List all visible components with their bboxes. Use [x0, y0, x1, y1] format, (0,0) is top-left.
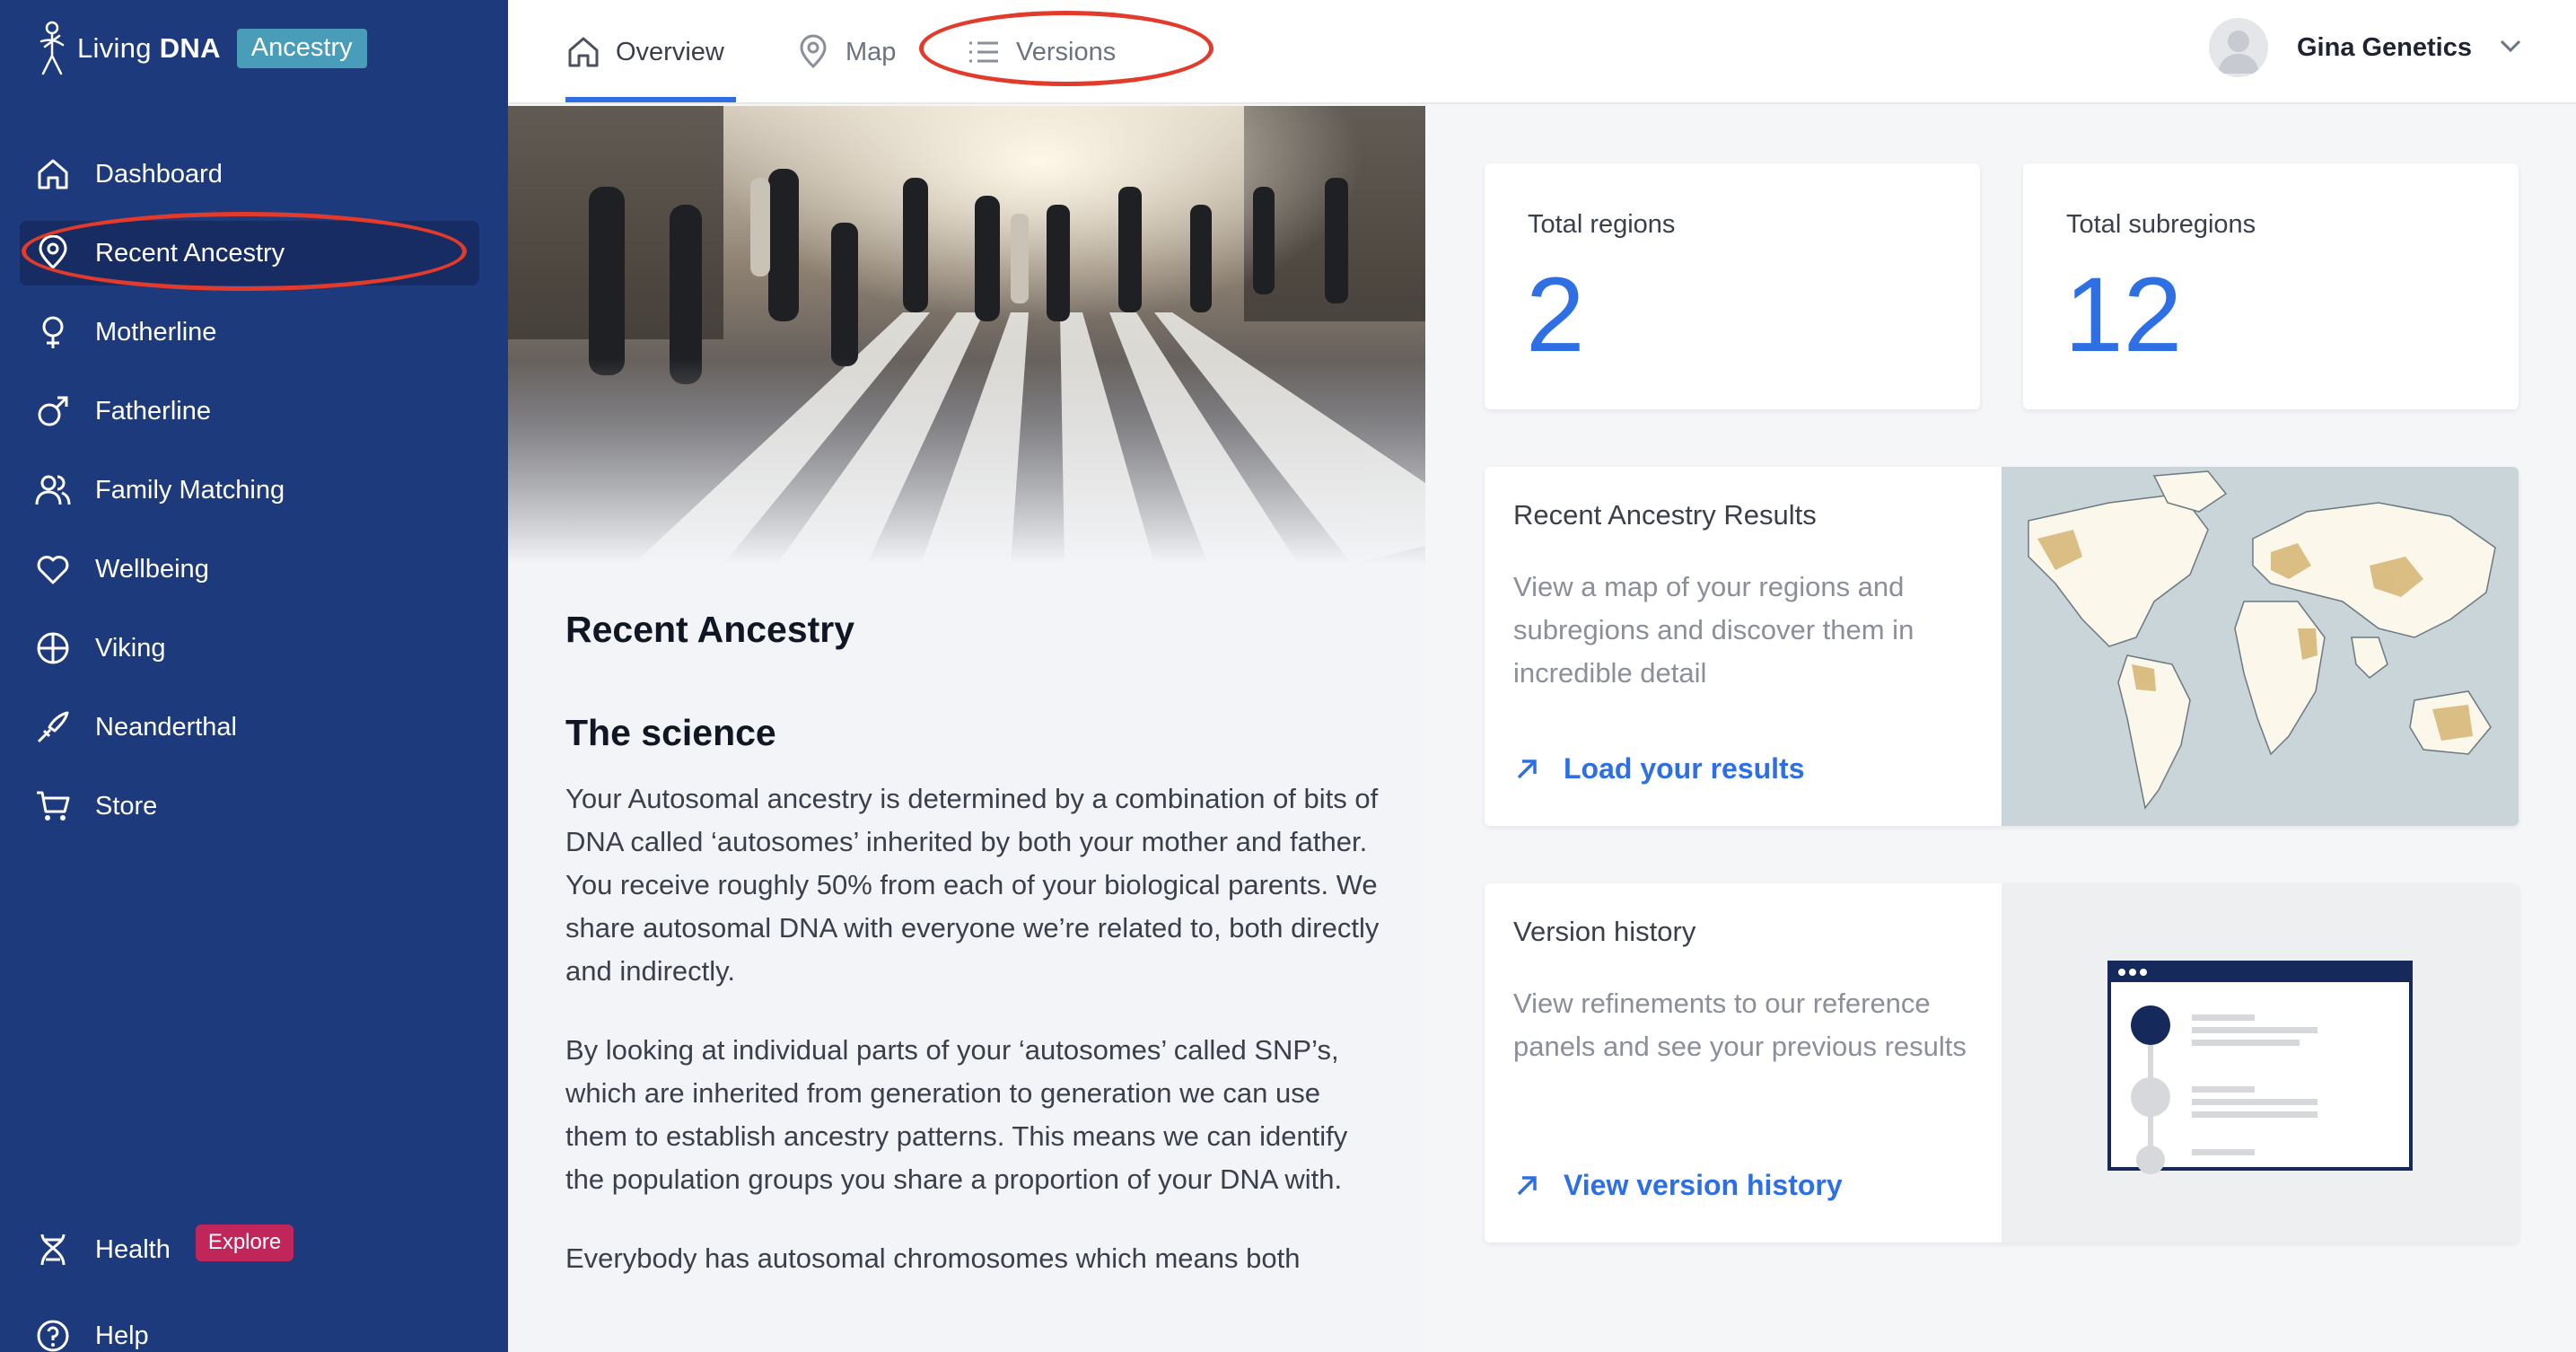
brand-name: Living DNA: [77, 32, 221, 64]
cart-icon: [32, 786, 74, 827]
tab-label: Overview: [616, 37, 724, 66]
shield-cross-icon: [32, 628, 74, 669]
sidebar-item-health[interactable]: Health Explore: [20, 1217, 479, 1282]
sidebar-item-recent-ancestry[interactable]: Recent Ancestry: [20, 221, 479, 285]
article-body: Recent Ancestry The science Your Autosom…: [565, 609, 1382, 1316]
article-paragraph: Your Autosomal ancestry is determined by…: [565, 783, 1380, 987]
stat-label: Total subregions: [2066, 210, 2256, 239]
brand-badge: Ancestry: [236, 29, 367, 68]
sidebar-item-dashboard[interactable]: Dashboard: [20, 142, 479, 206]
arrow-up-right-icon: [1513, 1172, 1540, 1199]
people-icon: [32, 470, 74, 511]
top-bar: Overview Map Versions Gina Genetics: [508, 0, 2576, 104]
link-label: Load your results: [1564, 752, 1805, 785]
sidebar-item-label: Fatherline: [95, 396, 211, 426]
dna-helix-icon: [32, 1229, 74, 1270]
sidebar-item-family-matching[interactable]: Family Matching: [20, 458, 479, 522]
sidebar-item-label: Wellbeing: [95, 554, 209, 584]
version-history-card: Version history View refinements to our …: [1485, 883, 2519, 1242]
sidebar-item-store[interactable]: Store: [20, 774, 479, 838]
sidebar-item-fatherline[interactable]: Fatherline: [20, 379, 479, 443]
article-paragraph: By looking at individual parts of your ‘…: [565, 1034, 1348, 1195]
sidebar-item-label: Family Matching: [95, 475, 285, 505]
chevron-down-icon: [2499, 39, 2522, 57]
sidebar-item-label: Viking: [95, 633, 166, 663]
sidebar-item-label: Neanderthal: [95, 712, 237, 742]
stat-value: 12: [2064, 256, 2183, 374]
total-subregions-card: Total subregions 12: [2023, 163, 2519, 409]
sidebar-item-label: Dashboard: [95, 159, 223, 189]
load-results-link[interactable]: Load your results: [1513, 752, 1805, 786]
spear-icon: [32, 707, 74, 748]
tab-label: Versions: [1016, 37, 1117, 66]
sidebar-item-label: Store: [95, 791, 158, 821]
section-heading: The science: [565, 712, 776, 753]
brand-logo[interactable]: Living DNA Ancestry: [32, 20, 367, 77]
card-description: View a map of your regions and subregion…: [1513, 571, 1914, 689]
version-list-illustration: [2002, 883, 2519, 1242]
stat-value: 2: [1526, 256, 1585, 374]
sidebar-item-neanderthal[interactable]: Neanderthal: [20, 695, 479, 759]
sidebar-item-help[interactable]: Help: [20, 1304, 479, 1352]
avatar: [2208, 18, 2268, 77]
stat-label: Total regions: [1528, 210, 1676, 239]
arrow-up-right-icon: [1513, 756, 1540, 783]
recent-ancestry-results-card: Recent Ancestry Results View a map of yo…: [1485, 467, 2519, 826]
user-menu[interactable]: Gina Genetics: [2208, 18, 2522, 77]
card-title: Version history: [1513, 916, 1696, 947]
tab-versions[interactable]: Versions: [966, 0, 1116, 104]
sidebar-item-label: Help: [95, 1321, 149, 1350]
tab-overview[interactable]: Overview: [565, 0, 724, 104]
male-symbol-icon: [32, 391, 74, 432]
explore-badge[interactable]: Explore: [195, 1224, 294, 1261]
tab-map[interactable]: Map: [795, 0, 896, 104]
card-title: Recent Ancestry Results: [1513, 499, 1817, 531]
sidebar-item-label: Health: [95, 1234, 171, 1264]
home-icon: [32, 154, 74, 195]
logo-figure-icon: [39, 21, 65, 75]
page-title: Recent Ancestry: [565, 609, 855, 650]
link-label: View version history: [1564, 1169, 1843, 1201]
sidebar-item-label: Motherline: [95, 317, 217, 347]
article-paragraph: Everybody has autosomal chromosomes whic…: [565, 1242, 1301, 1274]
tab-label: Map: [846, 37, 897, 66]
card-description: View refinements to our reference panels…: [1513, 988, 1967, 1062]
sidebar-item-wellbeing[interactable]: Wellbeing: [20, 537, 479, 601]
article-panel: Recent Ancestry The science Your Autosom…: [508, 106, 1425, 1352]
sidebar: Living DNA Ancestry Dashboard Recent Anc…: [0, 0, 508, 1352]
total-regions-card: Total regions 2: [1485, 163, 1980, 409]
female-symbol-icon: [32, 312, 74, 353]
list-icon: [966, 34, 1002, 70]
active-tab-indicator: [565, 97, 736, 102]
heart-icon: [32, 549, 74, 590]
sidebar-item-viking[interactable]: Viking: [20, 616, 479, 680]
location-pin-icon: [32, 233, 74, 274]
question-icon: [32, 1315, 74, 1352]
sidebar-item-label: Recent Ancestry: [95, 238, 285, 268]
view-version-history-link[interactable]: View version history: [1513, 1169, 1843, 1202]
user-name: Gina Genetics: [2296, 32, 2472, 62]
home-icon: [565, 34, 601, 70]
hero-image-crowd-crosswalk: [508, 106, 1425, 564]
location-pin-icon: [795, 34, 831, 70]
world-map-illustration: [2002, 467, 2519, 826]
sidebar-item-motherline[interactable]: Motherline: [20, 300, 479, 364]
